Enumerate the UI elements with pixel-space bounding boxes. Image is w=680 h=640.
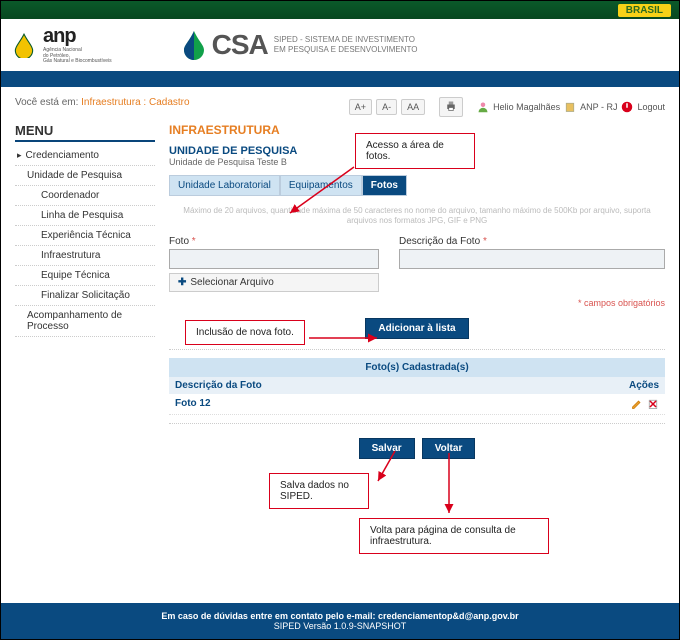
menu-coordenador[interactable]: Coordenador bbox=[15, 186, 155, 206]
user-icon bbox=[477, 101, 489, 113]
logout-button[interactable]: Logout bbox=[621, 101, 665, 113]
menu-experiencia[interactable]: Experiência Técnica bbox=[15, 226, 155, 246]
user-info[interactable]: Helio Magalhães bbox=[477, 101, 560, 113]
tab-unidade-lab[interactable]: Unidade Laboratorial bbox=[169, 175, 280, 196]
menu-title: MENU bbox=[15, 123, 155, 142]
tabs: Unidade Laboratorial Equipamentos Fotos bbox=[169, 175, 665, 196]
print-icon bbox=[445, 100, 457, 112]
tab-fotos[interactable]: Fotos bbox=[362, 175, 407, 196]
blue-separator-bar bbox=[1, 71, 679, 87]
row-link[interactable]: Foto 12 bbox=[169, 394, 605, 414]
foto-label: Foto * bbox=[169, 236, 379, 247]
anp-drop-icon bbox=[11, 32, 37, 58]
plus-icon: ✚ bbox=[178, 277, 186, 288]
callout-fotos-access: Acesso a área de fotos. bbox=[355, 133, 475, 169]
top-toolbar: A+ A- AA Helio Magalhães ANP - RJ bbox=[349, 97, 665, 117]
brasil-badge: BRASIL bbox=[618, 4, 671, 17]
menu-credenciamento[interactable]: Credenciamento bbox=[15, 146, 155, 166]
callout-back: Volta para página de consulta de infraes… bbox=[359, 518, 549, 554]
callout-add-photo: Inclusão de nova foto. bbox=[185, 320, 305, 345]
top-government-bar: BRASIL bbox=[1, 1, 679, 19]
callout-save: Salva dados no SIPED. bbox=[269, 473, 369, 509]
print-button[interactable] bbox=[439, 97, 463, 117]
delete-icon[interactable] bbox=[647, 398, 659, 410]
csa-name: CSA bbox=[212, 29, 268, 61]
sidebar-menu: MENU Credenciamento Unidade de Pesquisa … bbox=[15, 123, 155, 604]
breadcrumb: Você está em: Infraestrutura : Cadastro bbox=[15, 97, 190, 108]
tab-equipamentos[interactable]: Equipamentos bbox=[280, 175, 362, 196]
menu-infraestrutura[interactable]: Infraestrutura bbox=[15, 246, 155, 266]
font-increase-button[interactable]: A+ bbox=[349, 99, 372, 115]
table-row: Foto 12 bbox=[169, 394, 665, 415]
upload-hint: Máximo de 20 arquivos, quantidade máxima… bbox=[169, 206, 665, 227]
desc-input[interactable] bbox=[399, 249, 665, 269]
font-reset-button[interactable]: AA bbox=[401, 99, 425, 115]
csa-drop-icon bbox=[182, 30, 206, 60]
header: anp Agência Nacional do Petróleo, Gás Na… bbox=[1, 19, 679, 71]
anp-logo: anp Agência Nacional do Petróleo, Gás Na… bbox=[11, 25, 112, 65]
menu-unidade-pesquisa[interactable]: Unidade de Pesquisa bbox=[15, 166, 155, 186]
back-button[interactable]: Voltar bbox=[422, 438, 476, 459]
table-header: Foto(s) Cadastrada(s) bbox=[169, 358, 665, 377]
col-descricao: Descrição da Foto bbox=[169, 377, 605, 394]
save-button[interactable]: Salvar bbox=[359, 438, 415, 459]
desc-label: Descrição da Foto * bbox=[399, 236, 665, 247]
breadcrumb-cadastro[interactable]: Cadastro bbox=[149, 97, 190, 108]
menu-linha-pesquisa[interactable]: Linha de Pesquisa bbox=[15, 206, 155, 226]
select-file-button[interactable]: ✚Selecionar Arquivo bbox=[169, 273, 379, 292]
menu-acompanhamento[interactable]: Acompanhamento de Processo bbox=[15, 306, 155, 337]
anp-name: anp bbox=[43, 25, 112, 48]
logout-icon bbox=[621, 101, 633, 113]
main-panel: INFRAESTRUTURA UNIDADE DE PESQUISA Unida… bbox=[169, 123, 665, 604]
col-acoes: Ações bbox=[605, 377, 665, 394]
csa-logo: CSA SIPED - SISTEMA DE INVESTIMENTO EM P… bbox=[182, 29, 418, 61]
building-icon bbox=[564, 101, 576, 113]
font-decrease-button[interactable]: A- bbox=[376, 99, 397, 115]
org-info[interactable]: ANP - RJ bbox=[564, 101, 617, 113]
menu-equipe[interactable]: Equipe Técnica bbox=[15, 266, 155, 286]
footer: Em caso de dúvidas entre em contato pelo… bbox=[1, 603, 679, 639]
menu-finalizar[interactable]: Finalizar Solicitação bbox=[15, 286, 155, 306]
required-note: * campos obrigatórios bbox=[169, 298, 665, 308]
edit-icon[interactable] bbox=[631, 398, 643, 410]
foto-input[interactable] bbox=[169, 249, 379, 269]
add-to-list-button[interactable]: Adicionar à lista bbox=[365, 318, 468, 339]
breadcrumb-infra[interactable]: Infraestrutura bbox=[81, 97, 140, 108]
